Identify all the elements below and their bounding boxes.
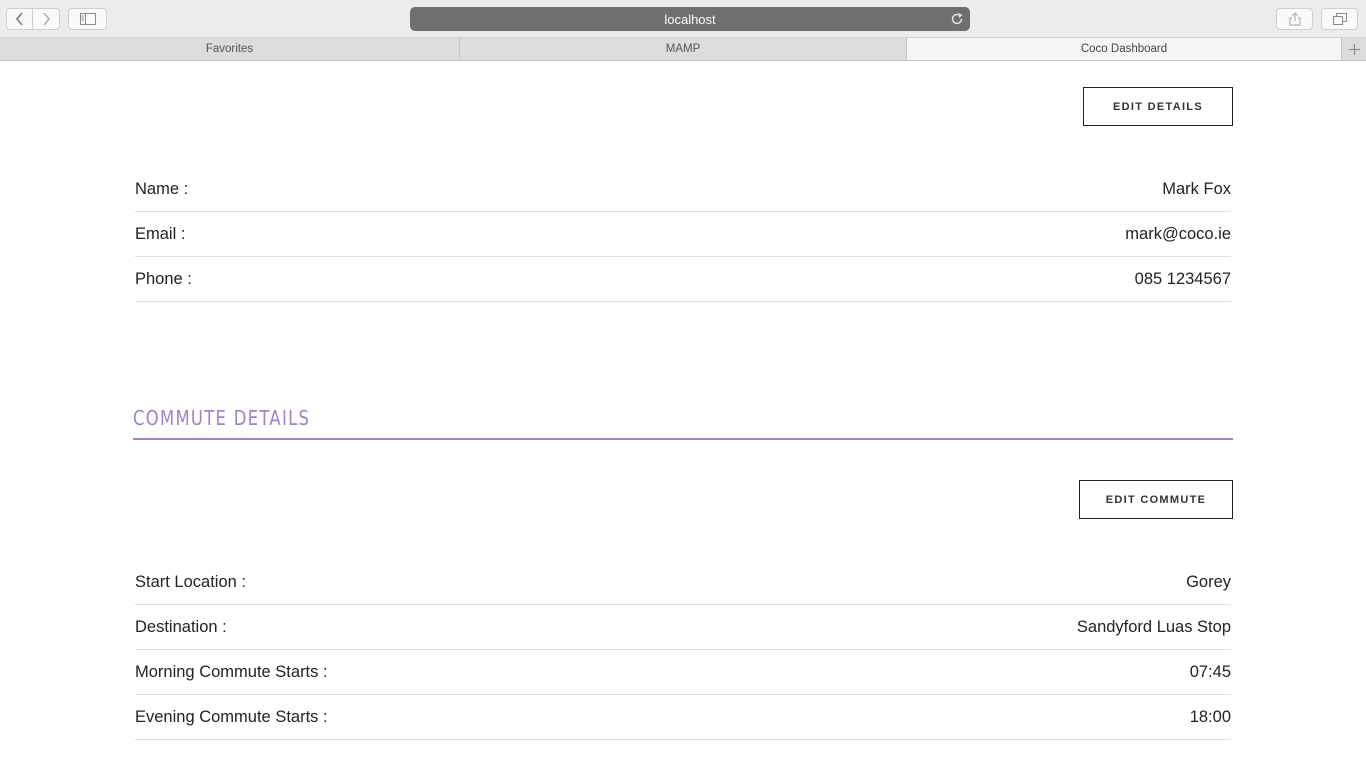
commute-label: Morning Commute Starts : xyxy=(135,662,328,681)
commute-row-morning-start: Morning Commute Starts : 07:45 xyxy=(135,650,1231,695)
tab-coco-dashboard[interactable]: Coco Dashboard xyxy=(907,38,1342,60)
tab-mamp[interactable]: MAMP xyxy=(460,38,907,60)
tab-favorites[interactable]: Favorites xyxy=(0,38,460,60)
commute-label: Destination : xyxy=(135,617,227,636)
commute-label: Start Location : xyxy=(135,572,246,591)
commute-value: Gorey xyxy=(1186,572,1231,591)
new-tab-button[interactable] xyxy=(1342,38,1366,60)
commute-value: 18:00 xyxy=(1189,707,1231,726)
forward-button[interactable] xyxy=(33,8,60,30)
reload-icon[interactable] xyxy=(950,12,964,26)
share-icon xyxy=(1288,12,1301,26)
address-bar[interactable]: localhost xyxy=(410,7,970,31)
sidebar-icon xyxy=(79,13,96,25)
commute-value: Sandyford Luas Stop xyxy=(1076,617,1231,636)
tab-bar: Favorites MAMP Coco Dashboard xyxy=(0,38,1366,61)
show-tabs-button[interactable] xyxy=(1321,8,1358,30)
commute-row-start-location: Start Location : Gorey xyxy=(135,560,1231,605)
chevron-left-icon xyxy=(15,12,23,26)
detail-row-phone: Phone : 085 1234567 xyxy=(135,257,1231,302)
url-text: localhost xyxy=(664,11,716,27)
detail-value: Mark Fox xyxy=(1162,179,1231,198)
chevron-right-icon xyxy=(43,12,51,26)
commute-row-evening-start: Evening Commute Starts : 18:00 xyxy=(135,695,1231,740)
detail-value: mark@coco.ie xyxy=(1125,224,1231,243)
edit-commute-button[interactable]: EDIT COMMUTE xyxy=(1079,480,1233,519)
tabs-overview-icon xyxy=(1332,13,1347,25)
commute-label: Evening Commute Starts : xyxy=(135,707,328,726)
detail-value: 085 1234567 xyxy=(1134,269,1231,288)
detail-label: Name : xyxy=(135,179,189,198)
commute-value: 07:45 xyxy=(1189,662,1231,681)
commute-row-destination: Destination : Sandyford Luas Stop xyxy=(135,605,1231,650)
detail-label: Email : xyxy=(135,224,186,243)
detail-row-name: Name : Mark Fox xyxy=(135,167,1231,212)
detail-label: Phone : xyxy=(135,269,192,288)
section-title: COMMUTE DETAILS xyxy=(133,406,311,430)
edit-details-button[interactable]: EDIT DETAILS xyxy=(1083,87,1233,126)
plus-icon xyxy=(1348,43,1360,55)
page-content: EDIT DETAILS Name : Mark Fox Email : mar… xyxy=(0,62,1366,768)
sidebar-toggle-button[interactable] xyxy=(68,8,107,30)
back-button[interactable] xyxy=(6,8,33,30)
share-button[interactable] xyxy=(1276,8,1313,30)
detail-row-email: Email : mark@coco.ie xyxy=(135,212,1231,257)
commute-section-header: COMMUTE DETAILS xyxy=(133,403,1233,440)
browser-toolbar: localhost xyxy=(0,0,1366,38)
